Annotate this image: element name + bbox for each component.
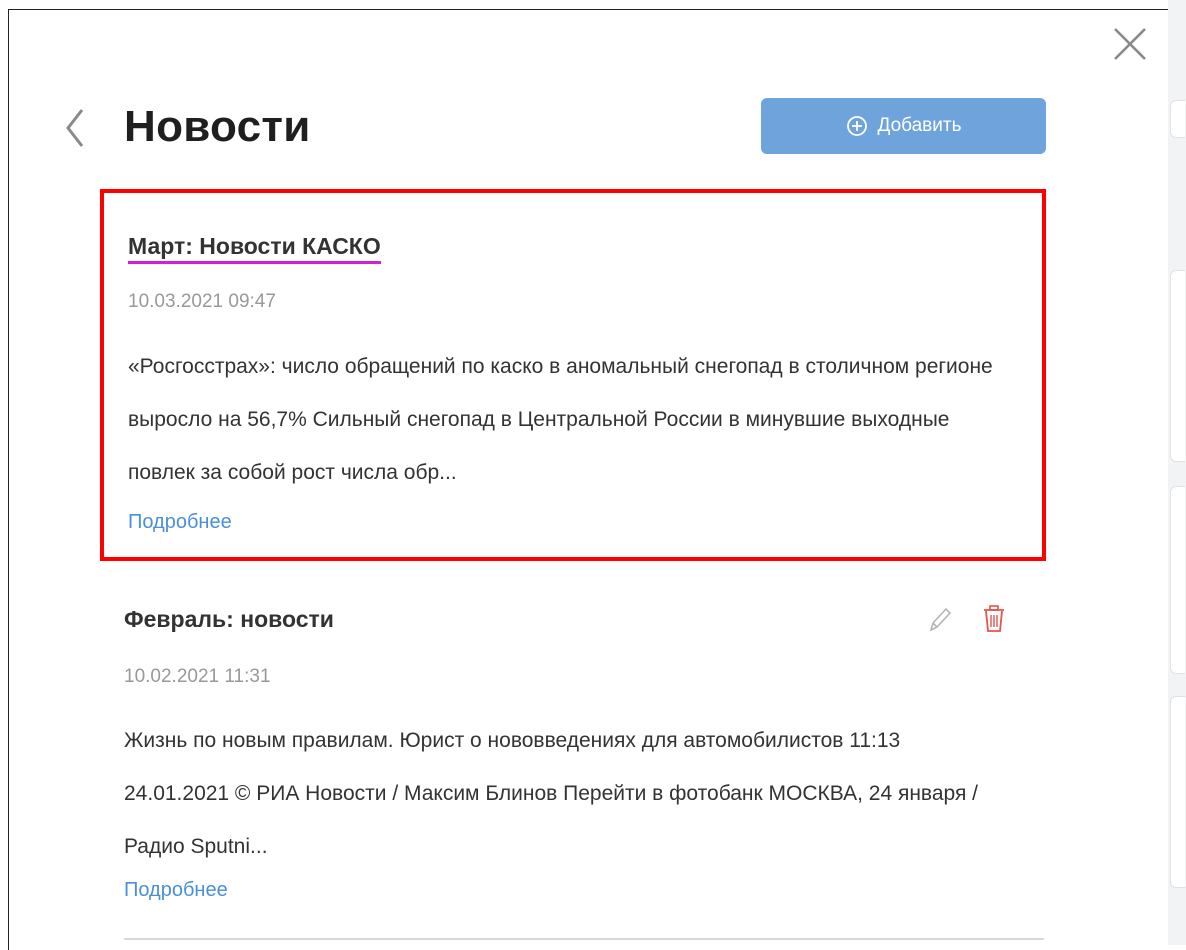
news-date: 10.03.2021 09:47 [128, 291, 276, 312]
close-button[interactable] [1110, 24, 1150, 64]
background-card-edge [1170, 270, 1185, 462]
page-title: Новости [124, 102, 311, 151]
top-cropped-text [0, 0, 2, 9]
pencil-icon [929, 607, 952, 632]
news-date: 10.02.2021 11:31 [124, 666, 271, 687]
back-button[interactable] [58, 104, 92, 152]
news-title[interactable]: Март: Новости КАСКО [128, 231, 381, 264]
chevron-left-icon [66, 109, 84, 147]
trash-icon [984, 605, 1004, 632]
delete-button[interactable] [980, 603, 1008, 635]
background-right-strip [1168, 0, 1186, 945]
close-icon [1114, 28, 1146, 60]
plus-circle-icon [846, 115, 868, 137]
news-actions [926, 603, 1008, 635]
add-button-label: Добавить [877, 115, 962, 136]
news-item: Февраль: новости 10.02.2021 11:31 Жизнь … [100, 592, 1046, 922]
edit-button[interactable] [926, 603, 954, 635]
news-item: Март: Новости КАСКО 10.03.2021 09:47 «Ро… [100, 189, 1046, 561]
news-text: «Росгосстрах»: число обращений по каско … [128, 355, 993, 484]
add-button[interactable]: Добавить [761, 98, 1046, 154]
more-link[interactable]: Подробнее [124, 877, 228, 903]
divider [124, 938, 1044, 940]
news-title[interactable]: Февраль: новости [124, 604, 334, 634]
background-card-edge [1170, 486, 1185, 674]
news-text: Жизнь по новым правилам. Юрист о нововве… [124, 729, 979, 858]
more-link[interactable]: Подробнее [128, 509, 232, 535]
background-card-edge [1170, 100, 1185, 138]
background-card-edge [1170, 696, 1185, 888]
